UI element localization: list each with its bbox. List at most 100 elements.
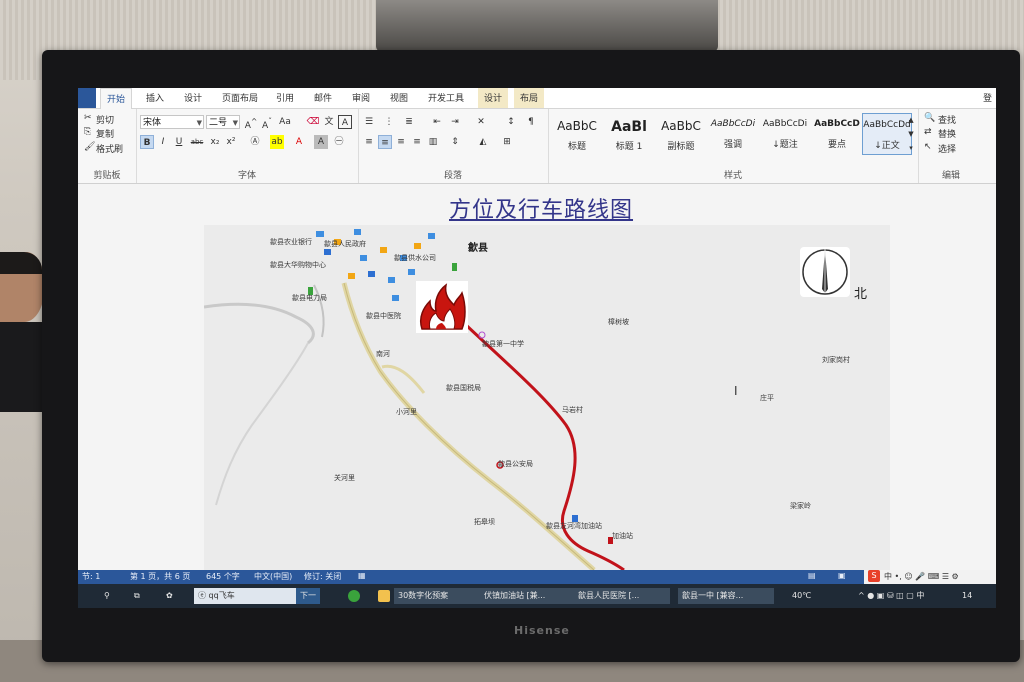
status-section[interactable]: 节: 1 (82, 571, 100, 582)
next-button[interactable]: 下一 (296, 588, 320, 604)
tab-design[interactable]: 设计 (184, 91, 202, 104)
borders-icon[interactable]: ⊞ (500, 135, 514, 149)
bullets-icon[interactable]: ☰ (362, 115, 376, 129)
font-color-icon[interactable]: A (292, 135, 306, 149)
map-label: 樟树坡 (608, 318, 629, 326)
style-heading-1-name: 标题 1 (615, 142, 643, 152)
styles-more-icon[interactable]: ▾ (904, 141, 918, 155)
numbering-icon[interactable]: ⋮ (382, 115, 396, 129)
multilevel-list-icon[interactable]: ≣ (402, 115, 416, 129)
tab-references[interactable]: 引用 (276, 91, 294, 104)
tab-developer[interactable]: 开发工具 (428, 91, 464, 104)
document-title[interactable]: 方位及行车路线图 (449, 192, 633, 224)
style-heading[interactable]: AaBbC 标题 (552, 113, 602, 155)
asian-layout-icon[interactable]: ✕ (474, 115, 488, 129)
style-emphasis[interactable]: AaBbCcDi 强调 (708, 113, 758, 155)
login-link[interactable]: 登 (983, 91, 992, 104)
map-label: 拓皋坝 (474, 518, 495, 526)
font-size-combo[interactable]: 二号 ▼ (206, 115, 240, 129)
tab-insert[interactable]: 插入 (146, 91, 164, 104)
document-area[interactable]: 方位及行车路线图 歙县农业银行 歙县人民政府 歙县 歙县大华购物中心 歙县供水公… (78, 184, 996, 573)
taskbar-window-1[interactable]: 伏镇加油站 [兼... (480, 588, 574, 604)
tab-table-design[interactable]: 设计 (478, 88, 509, 108)
find-button[interactable]: 查找 (938, 113, 956, 126)
clear-format-icon[interactable]: ⌫ (306, 115, 320, 129)
browser-icon[interactable] (348, 590, 360, 602)
distribute-icon[interactable]: ▥ (426, 135, 440, 149)
text-effects-icon[interactable]: Ⓐ (248, 135, 262, 149)
subscript-icon[interactable]: x₂ (208, 135, 222, 149)
shading-icon[interactable]: ◭ (476, 135, 490, 149)
char-border-icon[interactable]: A (338, 115, 352, 129)
sort-icon[interactable]: ↕ (504, 115, 518, 129)
copy-button[interactable]: 复制 (96, 127, 114, 140)
show-marks-icon[interactable]: ¶ (524, 115, 538, 129)
taskbar-window-3[interactable]: 歙县一中 [兼容... (678, 588, 774, 604)
tab-table-layout[interactable]: 布局 (514, 88, 545, 108)
taskbar-window-0[interactable]: 30数字化预案 (394, 588, 480, 604)
text-cursor-icon: I (734, 384, 738, 398)
status-track-changes[interactable]: 修订: 关闭 (304, 571, 341, 582)
task-view-icon[interactable]: ⧉ (134, 588, 140, 604)
app-icon[interactable]: ✿ (166, 588, 173, 604)
line-spacing-icon[interactable]: ⇕ (448, 135, 462, 149)
align-right-icon[interactable]: ≡ (394, 135, 408, 149)
increase-indent-icon[interactable]: ⇥ (448, 115, 462, 129)
phonetic-guide-icon[interactable]: 文 (322, 115, 336, 129)
sogou-ime-icon[interactable]: S (868, 570, 880, 582)
bold-icon[interactable]: B (140, 135, 154, 149)
status-words[interactable]: 645 个字 (206, 571, 240, 582)
style-subtitle[interactable]: AaBbC 副标题 (656, 113, 706, 155)
underline-icon[interactable]: U (172, 135, 186, 149)
print-layout-icon[interactable]: ▣ (838, 571, 846, 580)
read-mode-icon[interactable]: ▤ (808, 571, 816, 580)
ime-toolbar[interactable]: S 中 •, ☺ 🎤 ⌨ ☰ ⚙ (864, 570, 996, 584)
editing-group: 🔍 查找 ⇄ 替换 ↖ 选择 编辑 (918, 109, 984, 183)
align-center-icon[interactable]: ≡ (378, 135, 392, 149)
search-box[interactable]: ⓔ qq飞车 (194, 588, 300, 604)
clock[interactable]: 14 (962, 588, 972, 604)
shrink-font-icon[interactable]: Aˇ (260, 115, 274, 131)
change-case-icon[interactable]: Aa (278, 115, 292, 129)
align-left-icon[interactable]: ≡ (362, 135, 376, 149)
highlight-icon[interactable]: ab (270, 135, 284, 149)
styles-scroll-up-icon[interactable]: ▲ (904, 113, 918, 127)
cut-button[interactable]: 剪切 (96, 113, 114, 126)
tab-layout[interactable]: 页面布局 (222, 91, 258, 104)
ime-mode-icon[interactable]: 中 •, ☺ 🎤 ⌨ ☰ ⚙ (884, 571, 959, 582)
north-label: 北 (854, 287, 868, 302)
char-shading-icon[interactable]: A (314, 135, 328, 149)
route-map[interactable]: 歙县农业银行 歙县人民政府 歙县 歙县大华购物中心 歙县供水公司 歙县电力局 歙… (204, 225, 890, 570)
map-label: 南河 (376, 350, 390, 358)
tab-mailings[interactable]: 邮件 (314, 91, 332, 104)
paragraph-group-label: 段落 (443, 171, 462, 181)
status-language[interactable]: 中文(中国) (254, 571, 292, 582)
grow-font-icon[interactable]: A^ (244, 115, 258, 131)
file-tab[interactable] (78, 88, 96, 108)
superscript-icon[interactable]: x² (224, 135, 238, 149)
taskbar-window-2[interactable]: 歙县人民医院 [... (574, 588, 670, 604)
font-name-combo[interactable]: 宋体 ▼ (140, 115, 204, 129)
select-button[interactable]: 选择 (938, 142, 956, 155)
style-heading-1[interactable]: AaBl 标题 1 (604, 113, 654, 155)
tab-view[interactable]: 视图 (390, 91, 408, 104)
format-painter-button[interactable]: 格式刷 (96, 142, 123, 155)
style-caption[interactable]: AaBbCcDi ↓题注 (760, 113, 810, 155)
tab-home[interactable]: 开始 (100, 88, 133, 109)
style-keypoint[interactable]: AaBbCcD 要点 (812, 113, 862, 155)
search-icon[interactable]: ⚲ (104, 588, 110, 604)
styles-scroll-down-icon[interactable]: ▼ (904, 127, 918, 141)
decrease-indent-icon[interactable]: ⇤ (430, 115, 444, 129)
replace-button[interactable]: 替换 (938, 127, 956, 140)
enclose-char-icon[interactable]: ㊀ (332, 135, 346, 149)
ceiling-projector (376, 0, 718, 52)
macro-icon[interactable]: ▦ (358, 571, 366, 580)
folder-icon[interactable] (378, 590, 390, 602)
tab-review[interactable]: 审阅 (352, 91, 370, 104)
strikethrough-icon[interactable]: abc (190, 135, 204, 149)
font-size-value: 二号 (209, 118, 228, 128)
justify-icon[interactable]: ≡ (410, 135, 424, 149)
tray-icons[interactable]: ^ ● ▣ ⛁ ◫ ▢ 中 (858, 588, 924, 604)
status-page[interactable]: 第 1 页，共 6 页 (130, 571, 190, 582)
italic-icon[interactable]: I (156, 135, 170, 149)
